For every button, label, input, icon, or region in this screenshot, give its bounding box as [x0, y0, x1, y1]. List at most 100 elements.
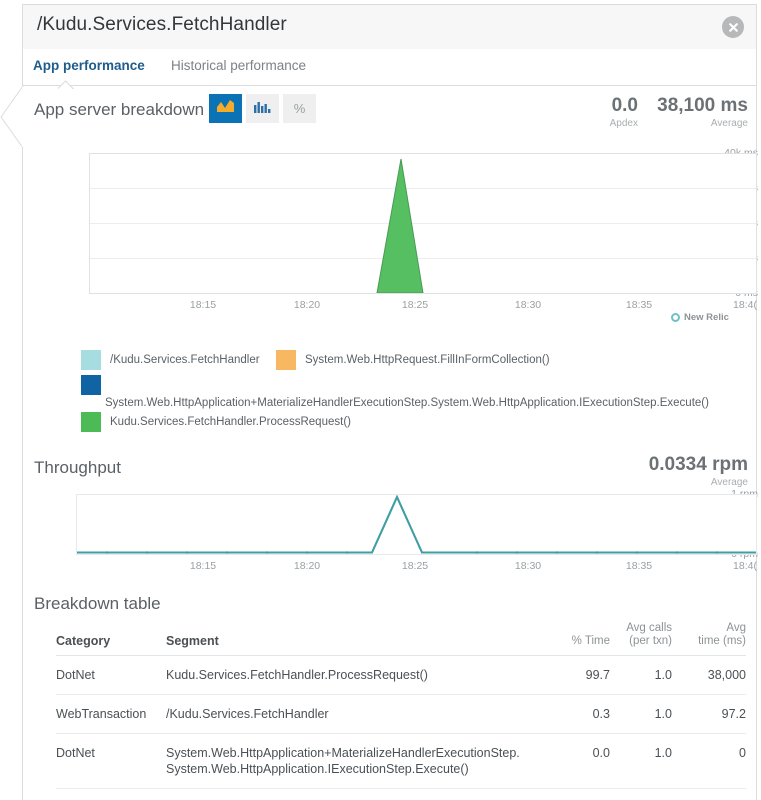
- app-server-breakdown-title: App server breakdown: [34, 100, 205, 119]
- column-header-avg-calls[interactable]: Avg calls (per txn): [610, 622, 672, 656]
- x-axis-tick: 18:4(: [733, 560, 757, 572]
- cell-category: DotNet: [56, 655, 166, 695]
- table-row[interactable]: DotNet System.Web.HttpRequest.FillInForm…: [56, 788, 746, 800]
- table-row[interactable]: WebTransaction /Kudu.Services.FetchHandl…: [56, 694, 746, 734]
- cell-segment-line1: /Kudu.Services.FetchHandler: [166, 707, 329, 721]
- content-panel: App server breakdown % 0.0 Apdex 38,100 …: [22, 86, 758, 800]
- column-header-category[interactable]: Category: [56, 622, 166, 656]
- tab-app-performance[interactable]: App performance: [33, 58, 145, 73]
- x-axis-tick: 18:4(: [733, 299, 757, 311]
- average-response-value: 38,100 ms: [657, 95, 748, 116]
- cell-segment: System.Web.HttpApplication+MaterializeHa…: [166, 733, 548, 789]
- column-header-pct-time[interactable]: % Time: [548, 622, 610, 656]
- cell-category: WebTransaction: [56, 694, 166, 734]
- average-response-metric: 38,100 ms Average: [657, 95, 748, 129]
- cell-segment: Kudu.Services.FetchHandler.ProcessReques…: [166, 655, 548, 695]
- new-relic-ring-icon: [671, 313, 680, 322]
- area-chart-icon: [216, 99, 235, 118]
- cell-category: DotNet: [56, 788, 166, 800]
- legend-item[interactable]: System.Web.HttpRequest.FillInFormCollect…: [276, 350, 550, 370]
- cell-avg-time: 0: [672, 733, 746, 789]
- x-axis-tick: 18:30: [514, 560, 542, 572]
- percent-icon: %: [293, 101, 306, 116]
- x-axis-tick: 18:20: [293, 299, 321, 311]
- panel-left-pointer: [0, 85, 24, 149]
- cell-pct-time: 99.7: [548, 655, 610, 695]
- x-axis-tick: 18:30: [514, 299, 542, 311]
- chart-legend: /Kudu.Services.FetchHandler System.Web.H…: [23, 350, 758, 440]
- cell-segment-line2: System.Web.HttpApplication.IExecutionSte…: [166, 762, 469, 776]
- breakdown-area-series: [376, 158, 424, 293]
- legend-label: System.Web.HttpApplication+MaterializeHa…: [105, 397, 709, 409]
- column-header-avg-time-line2: time (ms): [698, 635, 746, 647]
- cell-pct-time: 0.3: [548, 694, 610, 734]
- cell-avg-time: 38,000: [672, 655, 746, 695]
- legend-item[interactable]: Kudu.Services.FetchHandler.ProcessReques…: [81, 412, 351, 432]
- column-header-avg-calls-line1: Avg calls: [626, 622, 672, 634]
- column-header-segment[interactable]: Segment: [166, 622, 548, 656]
- table-row[interactable]: DotNet Kudu.Services.FetchHandler.Proces…: [56, 655, 746, 695]
- column-header-avg-time[interactable]: Avg time (ms): [672, 622, 746, 656]
- close-icon[interactable]: [722, 16, 744, 38]
- cell-pct-time: 0.0: [548, 788, 610, 800]
- legend-item-overflow-label: System.Web.HttpApplication+MaterializeHa…: [105, 396, 709, 410]
- legend-item[interactable]: [81, 375, 101, 395]
- chart-type-toggle-group: %: [209, 94, 316, 123]
- apdex-metric: 0.0 Apdex: [610, 95, 638, 129]
- throughput-plot: [76, 494, 757, 555]
- cell-segment: System.Web.HttpRequest.FillInFormCollect…: [166, 788, 548, 800]
- bar-chart-toggle-button[interactable]: [246, 94, 279, 123]
- cell-avg-time: 97.2: [672, 694, 746, 734]
- modal-titlebar: /Kudu.Services.FetchHandler: [22, 4, 757, 49]
- throughput-title-wrap: Throughput: [34, 458, 121, 478]
- throughput-average-value: 0.0334 rpm: [648, 454, 748, 475]
- breakdown-table-title: Breakdown table: [34, 594, 161, 613]
- cell-segment-line1: System.Web.HttpApplication+MaterializeHa…: [166, 746, 520, 760]
- throughput-chart: 1 rpm 0 rpm 18:15 18:20: [23, 486, 758, 572]
- legend-label: System.Web.HttpRequest.FillInFormCollect…: [305, 354, 550, 366]
- cell-avg-calls: 1.0: [610, 655, 672, 695]
- breakdown-table-title-wrap: Breakdown table: [34, 594, 161, 614]
- column-header-avg-time-line1: Avg: [726, 622, 746, 634]
- cell-pct-time: 0.0: [548, 733, 610, 789]
- x-axis-tick: 18:15: [189, 560, 217, 572]
- legend-swatch-icon: [81, 375, 101, 395]
- cell-avg-calls: 1.0: [610, 694, 672, 734]
- legend-swatch-icon: [81, 412, 101, 432]
- tab-bar: App performance Historical performance: [22, 49, 757, 86]
- legend-swatch-icon: [81, 350, 101, 370]
- cell-avg-calls: 1.0: [610, 733, 672, 789]
- legend-label: /Kudu.Services.FetchHandler: [110, 354, 260, 366]
- tab-historical-performance[interactable]: Historical performance: [171, 58, 306, 73]
- legend-swatch-icon: [276, 350, 296, 370]
- cell-segment-line1: Kudu.Services.FetchHandler.ProcessReques…: [166, 668, 428, 682]
- legend-item[interactable]: /Kudu.Services.FetchHandler: [81, 350, 260, 370]
- x-axis-tick: 18:25: [401, 299, 429, 311]
- cell-avg-time: 0.0762: [672, 788, 746, 800]
- bar-chart-icon: [254, 100, 271, 118]
- average-response-label: Average: [710, 118, 748, 129]
- percent-toggle-button[interactable]: %: [283, 94, 316, 123]
- x-axis-tick: 18:35: [625, 299, 653, 311]
- cell-segment: /Kudu.Services.FetchHandler: [166, 694, 548, 734]
- transaction-detail-modal: /Kudu.Services.FetchHandler App performa…: [0, 0, 761, 800]
- throughput-line-series: [77, 495, 756, 554]
- app-server-breakdown-chart: 40k ms 30k ms 20k ms 10k ms 0 ms 18:15 1…: [23, 141, 758, 311]
- app-server-breakdown-plot: [89, 153, 757, 294]
- table-row[interactable]: DotNet System.Web.HttpApplication+Materi…: [56, 733, 746, 789]
- page-title: /Kudu.Services.FetchHandler: [37, 14, 287, 35]
- x-axis-tick: 18:25: [401, 560, 429, 572]
- throughput-title: Throughput: [34, 458, 121, 477]
- cell-avg-calls: 1.0: [610, 788, 672, 800]
- breakdown-table: Category Segment % Time Avg calls (per t…: [56, 622, 746, 800]
- x-axis-tick: 18:35: [625, 560, 653, 572]
- x-axis-tick: 18:15: [189, 299, 217, 311]
- table-header-row: Category Segment % Time Avg calls (per t…: [56, 622, 746, 656]
- active-tab-caret: [58, 80, 74, 89]
- app-server-breakdown-title-wrap: App server breakdown: [34, 100, 204, 120]
- throughput-average-metric: 0.0334 rpm Average: [649, 454, 748, 488]
- new-relic-watermark: New Relic: [671, 312, 729, 323]
- new-relic-label: New Relic: [684, 312, 729, 323]
- column-header-avg-calls-line2: (per txn): [629, 635, 672, 647]
- area-chart-toggle-button[interactable]: [209, 94, 242, 123]
